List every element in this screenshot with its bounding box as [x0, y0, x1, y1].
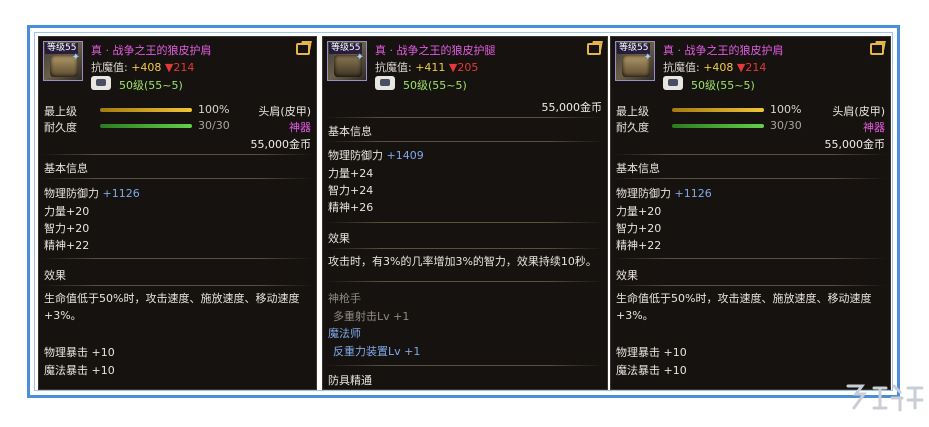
- divider: [326, 141, 604, 142]
- basic-info-title: 基本信息: [44, 162, 88, 175]
- skill-antigravity: 反重力装置Lv +1: [333, 345, 421, 358]
- divider: [326, 365, 604, 366]
- sparkle-icon: ✦: [71, 52, 80, 63]
- spirit-stat: 精神+22: [616, 239, 662, 252]
- physical-defense: 物理防御力 +1126: [44, 187, 140, 200]
- effect-title: 效果: [44, 269, 66, 282]
- item-icon: 等级55 ✦: [615, 41, 655, 81]
- gem-icon: [663, 76, 683, 90]
- external-link-icon[interactable]: [870, 43, 884, 55]
- effect-title: 效果: [328, 232, 350, 245]
- item-price: 55,000金币: [824, 138, 886, 151]
- tooltip-middle: 等级55 ✦ 真 · 战争之王的狼皮护腿 抗魔值: +411 ▼205 50级(…: [322, 36, 608, 390]
- item-name: 真 · 战争之王的狼皮护肩: [91, 44, 212, 57]
- effect-description: 生命值低于50%时，攻击速度、施放速度、移动速度+3%。: [44, 292, 300, 322]
- divider: [614, 154, 887, 155]
- max-level-bar: [672, 108, 764, 112]
- divider: [42, 285, 313, 286]
- physical-defense: 物理防御力 +1126: [616, 187, 712, 200]
- intelligence-stat: 智力+20: [616, 222, 662, 235]
- divider: [42, 178, 313, 179]
- sparkle-icon: ✦: [643, 52, 652, 63]
- strength-stat: 力量+24: [328, 167, 374, 180]
- divider: [614, 285, 887, 286]
- level-requirement: 50级(55~5): [403, 79, 467, 92]
- divider: [326, 281, 604, 282]
- durability-row: 耐久度 30/30 神器: [44, 119, 311, 134]
- durability-row: 耐久度 30/30 神器: [616, 119, 885, 134]
- item-price: 55,000金币: [541, 101, 603, 114]
- effect-title: 效果: [616, 269, 638, 282]
- equipment-slot: 头肩(皮甲): [832, 105, 885, 118]
- item-name: 真 · 战争之王的狼皮护腿: [375, 44, 496, 57]
- class-gunner: 神枪手: [328, 292, 361, 305]
- tooltip-left: 等级55 ✦ 真 · 战争之王的狼皮护肩 抗魔值: +408 ▼214 50级(…: [38, 36, 317, 390]
- magic-resist: 抗魔值: +408 ▼214: [663, 61, 767, 74]
- magic-resist: 抗魔值: +411 ▼205: [375, 61, 479, 74]
- rarity: 神器: [289, 121, 311, 134]
- item-name: 真 · 战争之王的狼皮护肩: [663, 44, 784, 57]
- sparkle-icon: ✦: [355, 52, 364, 63]
- divider: [326, 222, 604, 223]
- max-level-row: 最上级 100% 头肩(皮甲): [616, 103, 885, 118]
- durability-bar: [672, 124, 764, 128]
- effect-description: 生命值低于50%时，攻击速度、施放速度、移动速度+3%。: [616, 292, 872, 322]
- magic-crit: 魔法暴击 +10: [616, 364, 687, 377]
- durability-bar: [100, 124, 192, 128]
- basic-info-title: 基本信息: [328, 125, 372, 138]
- external-link-icon[interactable]: [296, 43, 310, 55]
- spirit-stat: 精神+22: [44, 239, 90, 252]
- basic-info-title: 基本信息: [616, 162, 660, 175]
- physical-defense: 物理防御力 +1409: [328, 149, 424, 162]
- magic-resist: 抗魔值: +408 ▼214: [91, 61, 195, 74]
- tooltip-right: 等级55 ✦ 真 · 战争之王的狼皮护肩 抗魔值: +408 ▼214 50级(…: [610, 36, 891, 390]
- level-requirement: 50级(55~5): [119, 79, 183, 92]
- item-icon: 等级55 ✦: [327, 41, 367, 81]
- physical-crit: 物理暴击 +10: [44, 346, 115, 359]
- armor-mastery-title: 防具精通: [328, 374, 372, 387]
- level-requirement: 50级(55~5): [691, 79, 755, 92]
- gem-icon: [375, 76, 395, 90]
- divider: [614, 178, 887, 179]
- divider: [42, 258, 313, 259]
- divider: [326, 117, 604, 118]
- tooltip-header: 等级55 ✦ 真 · 战争之王的狼皮护腿 抗魔值: +411 ▼205 50级(…: [323, 37, 607, 95]
- intelligence-stat: 智力+20: [44, 222, 90, 235]
- item-icon: 等级55 ✦: [43, 41, 83, 81]
- effect-description: 攻击时，有3%的几率增加3%的智力，效果持续10秒。: [328, 255, 597, 268]
- equipment-slot: 头肩(皮甲): [258, 105, 311, 118]
- rarity: 神器: [863, 121, 885, 134]
- external-link-icon[interactable]: [587, 43, 601, 55]
- spirit-stat: 精神+26: [328, 201, 374, 214]
- tooltip-header: 等级55 ✦ 真 · 战争之王的狼皮护肩 抗魔值: +408 ▼214 50级(…: [39, 37, 316, 95]
- divider: [614, 258, 887, 259]
- class-mage: 魔法师: [328, 327, 361, 340]
- item-price: 55,000金币: [250, 138, 312, 151]
- divider: [326, 248, 604, 249]
- magic-crit: 魔法暴击 +10: [44, 364, 115, 377]
- divider: [42, 154, 313, 155]
- skill-multi-shot: 多重射击Lv +1: [333, 310, 410, 323]
- intelligence-stat: 智力+24: [328, 184, 374, 197]
- watermark-logo: [846, 384, 924, 412]
- physical-crit: 物理暴击 +10: [616, 346, 687, 359]
- gem-icon: [91, 76, 111, 90]
- strength-stat: 力量+20: [44, 205, 90, 218]
- tooltip-header: 等级55 ✦ 真 · 战争之王的狼皮护肩 抗魔值: +408 ▼214 50级(…: [611, 37, 890, 95]
- max-level-row: 最上级 100% 头肩(皮甲): [44, 103, 311, 118]
- strength-stat: 力量+20: [616, 205, 662, 218]
- max-level-bar: [100, 108, 192, 112]
